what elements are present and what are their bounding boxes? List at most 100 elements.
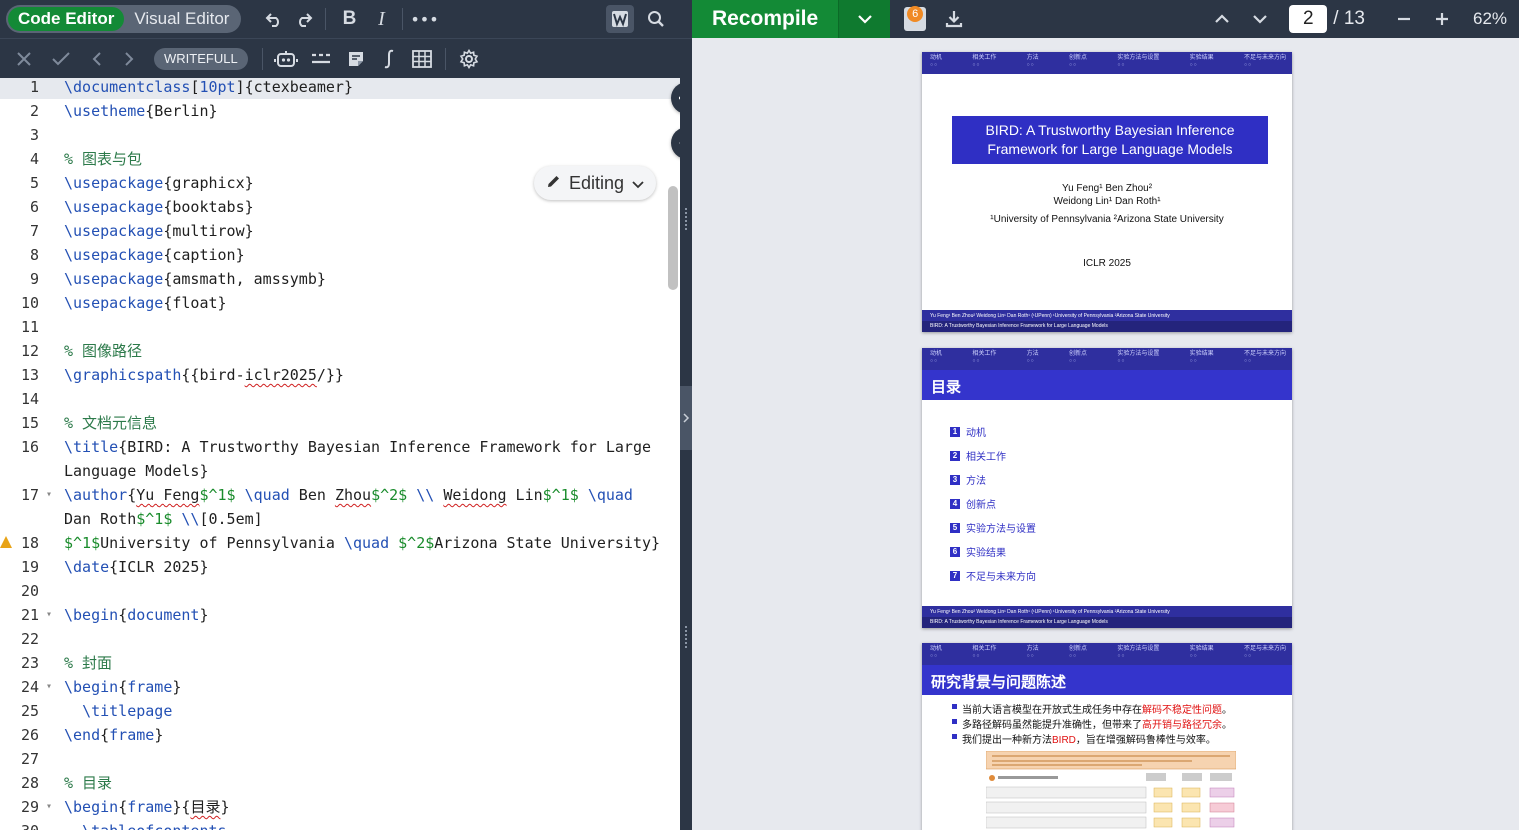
drag-handle[interactable] bbox=[685, 208, 687, 230]
chevron-down-icon bbox=[632, 173, 644, 194]
toc-item: 5 实验方法与设置 bbox=[950, 520, 1036, 535]
more-options-icon[interactable]: ••• bbox=[409, 4, 439, 34]
line-number: 17 ▾ bbox=[0, 483, 56, 507]
code-line[interactable]: \begin{document} bbox=[64, 603, 209, 627]
code-line[interactable]: \documentclass[10pt]{ctexbeamer} bbox=[56, 78, 680, 99]
code-editor-tab[interactable]: Code Editor bbox=[8, 7, 125, 31]
drag-handle[interactable] bbox=[685, 626, 687, 648]
toolbar-divider bbox=[402, 8, 404, 30]
previous-suggestion-icon[interactable] bbox=[84, 44, 110, 74]
code-line[interactable]: % 图表与包 bbox=[64, 147, 142, 171]
code-line[interactable]: \usepackage{caption} bbox=[64, 243, 245, 267]
visual-editor-tab[interactable]: Visual Editor bbox=[124, 7, 239, 31]
code-line[interactable]: \begin{frame}{目录} bbox=[64, 795, 229, 819]
collapse-handle[interactable] bbox=[680, 386, 692, 450]
ai-robot-icon[interactable] bbox=[269, 44, 303, 74]
code-line[interactable]: Dan Roth$^1$ \\[0.5em] bbox=[64, 507, 263, 531]
warning-icon[interactable] bbox=[0, 536, 12, 548]
fold-chevron-icon[interactable]: ▾ bbox=[46, 603, 52, 627]
bold-icon[interactable]: B bbox=[332, 4, 366, 34]
fold-chevron-icon[interactable]: ▾ bbox=[46, 483, 52, 507]
code-line[interactable]: % 目录 bbox=[64, 771, 112, 795]
editing-mode-dropdown[interactable]: Editing bbox=[534, 166, 656, 200]
code-line[interactable]: \date{ICLR 2025} bbox=[64, 555, 209, 579]
code-line[interactable]: \usetheme{Berlin} bbox=[64, 99, 218, 123]
code-line[interactable]: Language Models} bbox=[64, 459, 209, 483]
next-page-icon[interactable] bbox=[1245, 4, 1275, 34]
toc-item: 6 实验结果 bbox=[950, 544, 1006, 559]
code-line[interactable]: % 图像路径 bbox=[64, 339, 142, 363]
redo-icon[interactable] bbox=[289, 4, 319, 34]
nav-section: 不足与未来方向 ○○ bbox=[1243, 351, 1286, 364]
download-pdf-icon[interactable] bbox=[938, 4, 970, 34]
code-line[interactable]: \usepackage{graphicx} bbox=[64, 171, 254, 195]
logs-badge: 6 bbox=[907, 6, 924, 22]
nav-section: 实验结果 ○○ bbox=[1189, 351, 1214, 364]
slide-date: ICLR 2025 bbox=[1083, 258, 1131, 269]
code-line[interactable]: \end{frame} bbox=[64, 723, 163, 747]
line-number: 15 bbox=[20, 414, 39, 432]
line-number: 11 bbox=[20, 318, 39, 336]
line-number: 1 bbox=[0, 78, 56, 99]
code-line[interactable]: \tableofcontents bbox=[64, 819, 227, 830]
code-line[interactable]: % 文档元信息 bbox=[64, 411, 157, 435]
line-number: 7 bbox=[29, 222, 39, 240]
zoom-in-icon[interactable] bbox=[1427, 4, 1457, 34]
zoom-out-icon[interactable] bbox=[1389, 4, 1419, 34]
nav-section: 相关工作 ○○ bbox=[972, 55, 997, 68]
toolbar-divider bbox=[444, 47, 446, 70]
nav-section: 实验结果 ○○ bbox=[1189, 646, 1214, 659]
fold-chevron-icon[interactable]: ▾ bbox=[46, 795, 52, 819]
code-line[interactable]: \usepackage{booktabs} bbox=[64, 195, 254, 219]
nav-section: 实验结果 ○○ bbox=[1189, 55, 1214, 68]
code-line[interactable]: \usepackage{multirow} bbox=[64, 219, 254, 243]
code-line[interactable]: \title{BIRD: A Trustworthy Bayesian Infe… bbox=[64, 435, 651, 459]
code-line[interactable]: \author{Yu Feng$^1$ \quad Ben Zhou$^2$ \… bbox=[64, 483, 633, 507]
recompile-options-chevron-icon[interactable] bbox=[838, 0, 891, 38]
nav-section: 创新点 ○○ bbox=[1068, 351, 1087, 364]
line-number: 16 bbox=[20, 438, 39, 456]
paraphrase-icon[interactable] bbox=[303, 44, 339, 74]
pdf-viewer[interactable]: 动机 ○○ 相关工作 ○○ 方法 ○○ 创新点 ○○ 实验方法与设置 ○○ 实验结果 ○○ 不足与未来方… bbox=[692, 38, 1519, 830]
code-line[interactable]: \titlepage bbox=[64, 699, 172, 723]
pane-divider[interactable] bbox=[680, 78, 692, 830]
italic-icon[interactable]: I bbox=[366, 4, 396, 34]
line-number: 30 bbox=[0, 819, 56, 830]
slide-authors: Yu Feng¹ Ben Zhou² bbox=[1061, 183, 1153, 194]
line-number-gutter: 1 2 3 4 5 6 7 8 9 10 11 12 13 14 15 16 17 ▾ 18 19 20 21 ▾ 22 23 2… bbox=[0, 78, 56, 830]
writefull-button[interactable]: WRITEFULL bbox=[154, 47, 248, 70]
settings-gear-icon[interactable] bbox=[452, 44, 486, 74]
toc-item: 2 相关工作 bbox=[950, 448, 1006, 463]
fold-chevron-icon[interactable]: ▾ bbox=[46, 675, 52, 699]
code-line[interactable]: % 封面 bbox=[64, 651, 112, 675]
writefull-logo-icon[interactable] bbox=[606, 5, 634, 33]
line-number: 25 bbox=[20, 702, 39, 720]
line-number: 20 bbox=[20, 582, 39, 600]
logs-icon[interactable]: 6 bbox=[904, 6, 927, 31]
code-line[interactable]: \usepackage{amsmath, amssymb} bbox=[64, 267, 326, 291]
page-number-input[interactable]: 2 bbox=[1289, 5, 1328, 33]
editing-label: Editing bbox=[569, 172, 625, 193]
line-number: 5 bbox=[29, 174, 39, 192]
nav-section: 动机 ○○ bbox=[930, 646, 943, 659]
code-line[interactable]: \begin{frame} bbox=[64, 675, 181, 699]
nav-section: 方法 ○○ bbox=[1026, 55, 1039, 68]
note-icon[interactable] bbox=[339, 44, 373, 74]
code-line[interactable]: \usepackage{float} bbox=[64, 291, 227, 315]
integral-icon[interactable] bbox=[373, 44, 405, 74]
editor-scrollbar[interactable] bbox=[668, 186, 678, 290]
code-line[interactable]: $^1$University of Pennsylvania \quad $^2… bbox=[64, 531, 660, 555]
table-icon[interactable] bbox=[405, 44, 439, 74]
reject-icon[interactable] bbox=[12, 44, 36, 74]
nav-section: 相关工作 ○○ bbox=[972, 351, 997, 364]
next-suggestion-icon[interactable] bbox=[116, 44, 142, 74]
undo-icon[interactable] bbox=[259, 4, 289, 34]
accept-icon[interactable] bbox=[48, 44, 74, 74]
search-icon[interactable] bbox=[640, 4, 672, 34]
zoom-level-dropdown[interactable]: 62% bbox=[1473, 9, 1519, 29]
toolbar-divider bbox=[261, 47, 263, 70]
previous-page-icon[interactable] bbox=[1207, 4, 1237, 34]
code-line[interactable]: \graphicspath{{bird-iclr2025/}} bbox=[64, 363, 344, 387]
recompile-button[interactable]: Recompile bbox=[692, 0, 838, 38]
code-editor[interactable]: 1 2 3 4 5 6 7 8 9 10 11 12 13 14 15 16 17 ▾ 18 19 20 21 ▾ 22 23 2… bbox=[0, 78, 680, 830]
